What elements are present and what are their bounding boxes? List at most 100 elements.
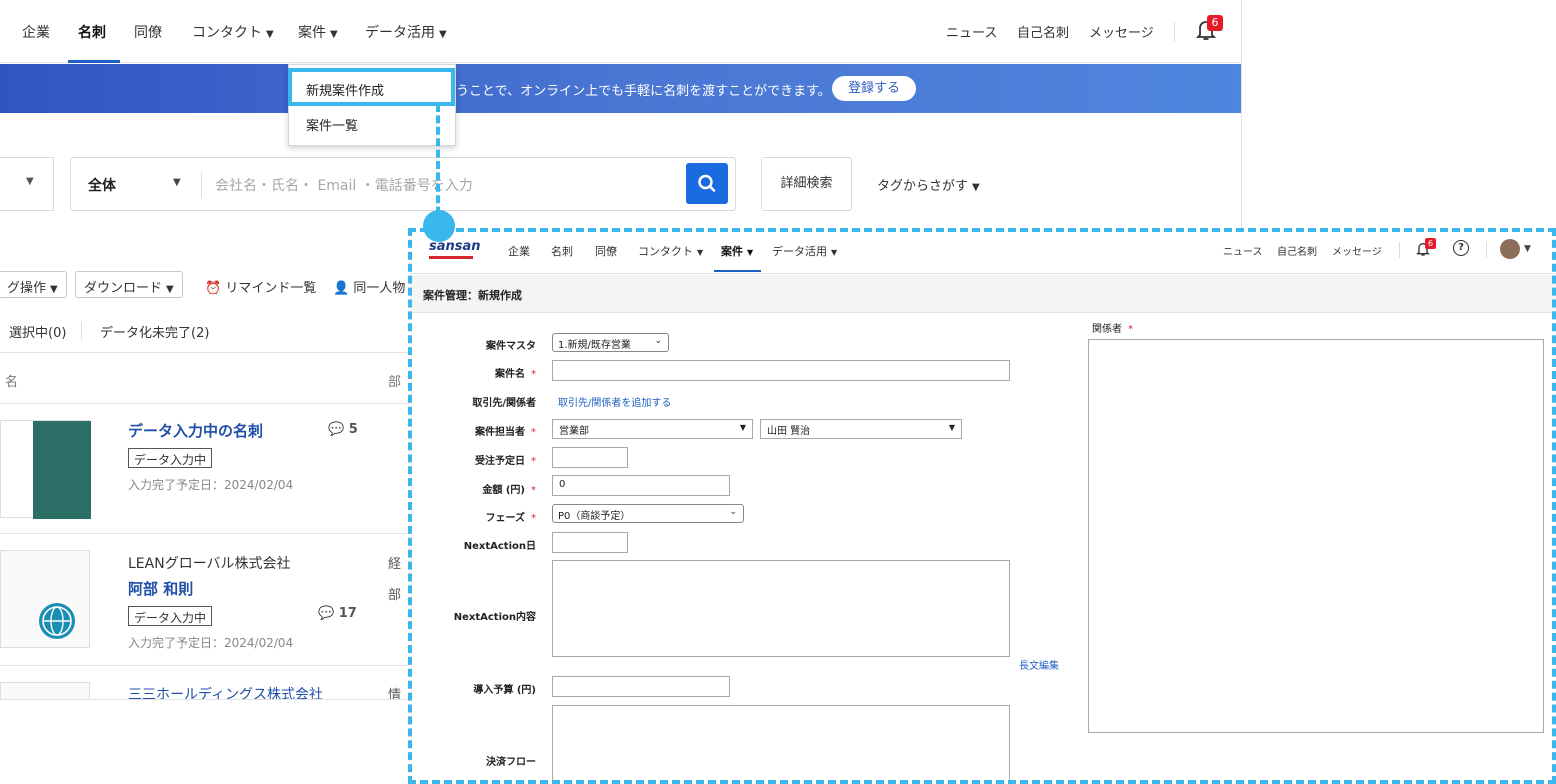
nav-deals-label: 案件	[721, 245, 743, 258]
remind-list-link[interactable]: ⏰ リマインド一覧	[205, 277, 316, 296]
deal-master-select[interactable]: 1.新規/既存営業 ⌄	[552, 333, 669, 352]
comment-count[interactable]: 💬 5	[328, 422, 358, 437]
phase-select[interactable]: P0（商談予定） ⌄	[552, 504, 744, 523]
nav-data-usage[interactable]: データ活用 ▼	[772, 243, 837, 259]
filter-incomplete[interactable]: データ化未完了(2)	[100, 322, 209, 341]
field-label-nextaction-content: NextAction内容	[453, 612, 536, 623]
nextaction-date-input[interactable]	[552, 532, 628, 553]
notification-badge: 6	[1207, 15, 1223, 31]
nav-companies[interactable]: 企業	[22, 22, 50, 42]
required-marker: *	[531, 369, 536, 380]
filter-select[interactable]: ▼	[0, 157, 54, 211]
chevron-down-icon: ▼	[173, 177, 181, 188]
menu-item-deal-list[interactable]: 案件一覧	[289, 106, 455, 140]
field-label-master: 案件マスタ	[486, 341, 536, 352]
field-label-phase: フェーズ *	[410, 509, 537, 524]
nextaction-content-textarea[interactable]	[552, 560, 1010, 657]
status-badge: データ入力中	[128, 606, 213, 626]
comment-count[interactable]: 💬 17	[318, 606, 357, 621]
search-icon	[698, 174, 716, 192]
required-marker: *	[531, 513, 536, 524]
chevron-down-icon: ▼	[697, 248, 704, 257]
tag-operations-button[interactable]: グ操作 ▼	[0, 271, 67, 298]
globe-icon	[39, 603, 75, 639]
related-persons-box[interactable]	[1088, 339, 1544, 733]
owner-person-select[interactable]: 山田 賢治 ▼	[760, 419, 962, 439]
card-image	[33, 421, 91, 519]
nav-deals[interactable]: 案件 ▼	[298, 22, 338, 42]
person-icon: 👤	[333, 281, 350, 296]
nav-business-cards[interactable]: 名刺	[551, 243, 573, 259]
deal-name-input[interactable]	[552, 360, 1010, 381]
comment-count-value: 5	[348, 422, 358, 437]
nav-business-cards[interactable]: 名刺	[78, 22, 106, 42]
search-scope-select[interactable]: 全体	[88, 175, 116, 195]
chevron-down-icon: ▼	[948, 423, 955, 432]
nav-deals[interactable]: 案件 ▼	[721, 243, 753, 259]
company-name[interactable]: 三三ホールディングス株式会社	[128, 684, 323, 699]
active-tab-indicator	[714, 270, 761, 272]
banner-text: うことで、オンライン上でも手軽に名刺を渡すことができます。	[456, 84, 831, 99]
nav-my-card[interactable]: 自己名刺	[1277, 243, 1317, 258]
help-icon[interactable]: ?	[1453, 240, 1469, 256]
tag-search-label: タグからさがす	[877, 179, 969, 194]
nav-messages[interactable]: メッセージ	[1332, 243, 1382, 258]
approval-flow-textarea[interactable]	[552, 705, 1010, 784]
filter-divider	[81, 322, 82, 340]
required-marker: *	[1128, 324, 1133, 335]
nav-news[interactable]: ニュース	[946, 22, 997, 41]
advanced-search-button[interactable]: 詳細検索	[761, 157, 852, 211]
tag-operations-label: グ操作	[7, 281, 47, 296]
search-button[interactable]	[686, 163, 728, 204]
owner-person-value: 山田 賢治	[767, 426, 811, 437]
tag-search-dropdown[interactable]: タグからさがす ▼	[877, 175, 980, 194]
nav-contacts-label: コンタクト	[638, 245, 693, 258]
menu-item-highlight	[288, 68, 455, 106]
field-label-related: 関係者 *	[1092, 320, 1133, 335]
chevron-down-icon: ▼	[26, 176, 34, 187]
field-label-approval-flow: 決済フロー	[486, 757, 536, 768]
nav-companies[interactable]: 企業	[508, 243, 530, 259]
long-edit-link[interactable]: 長文編集	[1019, 657, 1059, 672]
nav-messages[interactable]: メッセージ	[1089, 22, 1154, 41]
nav-news[interactable]: ニュース	[1223, 243, 1263, 258]
nav-my-card[interactable]: 自己名刺	[1017, 22, 1069, 41]
card-thumbnail[interactable]	[0, 550, 90, 648]
card-thumbnail[interactable]	[0, 682, 90, 699]
chevron-down-icon[interactable]: ▼	[1524, 244, 1531, 254]
column-header-dept[interactable]: 部	[388, 371, 401, 390]
card-title[interactable]: データ入力中の名刺	[128, 420, 263, 441]
nav-colleagues[interactable]: 同僚	[134, 22, 162, 42]
alarm-clock-icon: ⏰	[205, 281, 222, 296]
person-name[interactable]: 阿部 和則	[128, 578, 193, 599]
budget-input[interactable]	[552, 676, 730, 697]
chevron-down-icon: ⌄	[654, 336, 662, 346]
card-thumbnail[interactable]	[0, 420, 91, 519]
deal-name-label-text: 案件名	[495, 369, 525, 380]
expected-date-input[interactable]	[552, 447, 628, 468]
company-name: LEANグローバル株式会社	[128, 556, 291, 572]
info-banner: うことで、オンライン上でも手軽に名刺を渡すことができます。 登録する	[0, 64, 1241, 113]
top-navigation: sansan 企業 名刺 同僚 コンタクト ▼ 案件 ▼ データ活用 ▼ ニュース 自…	[410, 230, 1556, 274]
column-header-name[interactable]: 名	[5, 371, 18, 390]
active-tab-indicator	[68, 60, 120, 63]
owner-department-select[interactable]: 営業部 ▼	[552, 419, 753, 439]
amount-input[interactable]: 0	[552, 475, 730, 496]
nav-colleagues[interactable]: 同僚	[595, 243, 617, 259]
nav-contacts[interactable]: コンタクト ▼	[638, 243, 703, 259]
nav-contacts[interactable]: コンタクト ▼	[192, 22, 274, 42]
field-label-expected-date: 受注予定日 *	[410, 452, 536, 467]
same-person-link[interactable]: 👤 同一人物	[333, 277, 405, 296]
download-button[interactable]: ダウンロード ▼	[75, 271, 183, 298]
field-label-partner: 取引先/関係者	[472, 398, 536, 409]
avatar[interactable]	[1500, 239, 1520, 259]
add-partner-link[interactable]: 取引先/関係者を追加する	[558, 394, 671, 409]
nav-divider	[1174, 22, 1175, 42]
filter-selected[interactable]: 選択中(0)	[9, 322, 66, 341]
page-title: 案件管理：新規作成	[423, 289, 522, 302]
nav-data-usage[interactable]: データ活用 ▼	[365, 22, 447, 42]
register-button[interactable]: 登録する	[832, 76, 916, 101]
search-input[interactable]: 会社名・氏名・ Email ・電話番号を入力	[215, 175, 473, 195]
required-marker: *	[531, 456, 536, 467]
field-label-owner: 案件担当者 *	[410, 423, 536, 438]
